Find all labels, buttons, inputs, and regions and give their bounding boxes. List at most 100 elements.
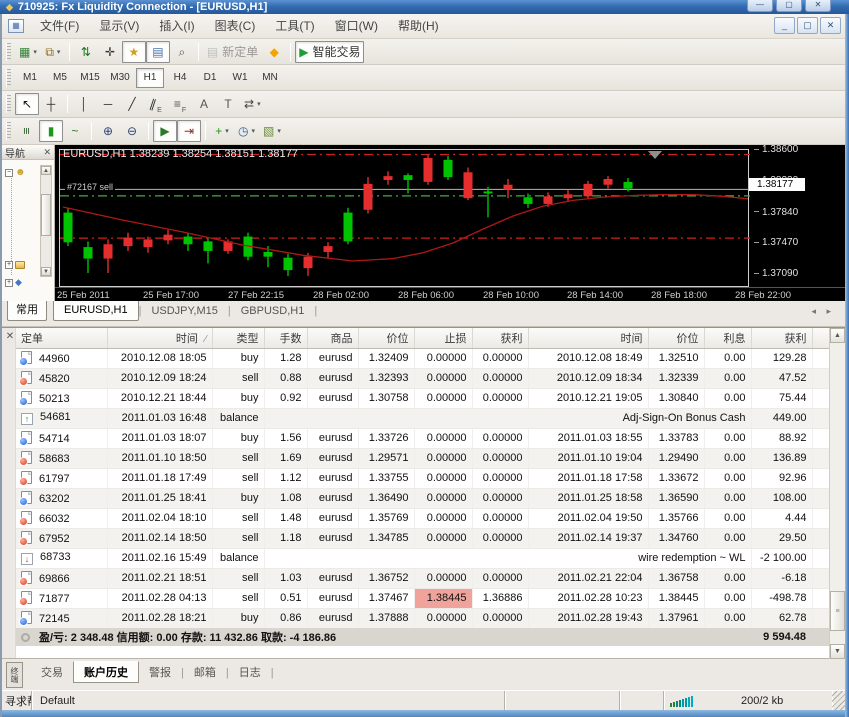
tree-node-indicators[interactable]: + [5,261,25,269]
navigator-button[interactable]: ★ [121,40,146,63]
trendline-button[interactable]: ╱ [120,93,144,115]
toolbar-grip[interactable] [6,122,11,140]
order-row-58683[interactable]: 58683 2011.01.10 18:50 sell 1.69 eurusd 1.295… [16,448,830,469]
cursor-button[interactable]: ↖ [15,93,39,115]
dropdown-arrow-icon[interactable]: ▾ [225,127,229,135]
mdi-close-button[interactable]: ✕ [820,17,841,34]
timeframe-h4-button[interactable]: H4 [166,68,194,88]
column-header-11[interactable]: 获利 [751,328,813,349]
order-row-54681[interactable]: ↑ 54681 2011.01.03 16:48 balance Adj-Sign-On… [16,408,830,429]
order-row-71877[interactable]: 71877 2011.02.28 04:13 sell 0.51 eurusd 1.374… [16,588,830,609]
terminal-close-icon[interactable]: ✕ [5,332,15,342]
fibonacci-button[interactable]: ≡ F [168,93,192,115]
order-row-50213[interactable]: 50213 2010.12.21 18:44 buy 0.92 eurusd 1.3075… [16,388,830,409]
mdi-restore-button[interactable]: ▢ [797,17,818,34]
metaeditor-button[interactable]: ◆ [262,41,286,63]
chart-tab-usdjpy-m15[interactable]: USDJPY,M15 [141,301,227,321]
strategy-tester-button[interactable]: ⌕ [170,41,194,63]
order-row-54714[interactable]: 54714 2011.01.03 18:07 buy 1.56 eurusd 1.3372… [16,428,830,449]
expert-advisors-button[interactable]: ▶ 智能交易 [295,40,365,63]
menu-item-0[interactable]: 文件(F) [30,14,89,39]
profiles-button[interactable]: ⧉ ▾ [41,41,65,63]
timeframe-m30-button[interactable]: M30 [106,68,134,88]
expand-icon[interactable]: + [5,278,13,287]
order-row-72145[interactable]: 72145 2011.02.28 18:21 buy 0.86 eurusd 1.3788… [16,608,830,629]
chart-plot[interactable] [59,149,750,288]
tab-scroll-arrows[interactable]: ◂ ▸ [811,301,835,321]
terminal-tab-0[interactable]: 交易 [31,662,73,684]
scroll-down-icon[interactable]: ▼ [41,267,51,276]
menu-item-2[interactable]: 插入(I) [149,14,204,39]
column-header-6[interactable]: 止损 [414,328,473,349]
column-header-3[interactable]: 手数 [264,328,308,349]
order-row-44960[interactable]: 44960 2010.12.08 18:05 buy 1.28 eurusd 1.3240… [16,348,830,369]
text-label-button[interactable]: T [216,93,240,115]
order-row-69866[interactable]: 69866 2011.02.21 18:51 sell 1.03 eurusd 1.367… [16,568,830,589]
dropdown-arrow-icon[interactable]: ▾ [251,127,255,135]
order-row-61797[interactable]: 61797 2011.01.18 17:49 sell 1.12 eurusd 1.337… [16,468,830,489]
resize-grip[interactable] [832,691,845,710]
timeframe-m1-button[interactable]: M1 [16,68,44,88]
new-order-button[interactable]: ▤ 新定单 [203,41,262,63]
column-header-8[interactable]: 时间 [528,328,649,349]
column-header-7[interactable]: 获利 [472,328,529,349]
menu-item-5[interactable]: 窗口(W) [325,14,388,39]
new-chart-button[interactable]: ▦ ▾ [15,41,41,63]
bar-chart-button[interactable]: ≡ [15,120,39,142]
column-header-0[interactable]: 定单 [16,328,108,349]
terminal-tab-4[interactable]: 日志 [229,662,271,684]
window-maximize-button[interactable]: ▢ [776,0,802,12]
tree-node-accounts[interactable]: − ☻ [5,168,26,178]
column-header-5[interactable]: 价位 [358,328,415,349]
tree-node-scripts[interactable]: + ◆ [5,278,22,287]
mdi-minimize-button[interactable]: _ [774,17,795,34]
candlestick-button[interactable]: ▮ [39,120,63,142]
terminal-tab-2[interactable]: 警报 [139,662,181,684]
order-row-68733[interactable]: ↓ 68733 2011.02.16 15:49 balance wire redemp… [16,548,830,569]
menu-item-1[interactable]: 显示(V) [89,14,149,39]
menu-item-6[interactable]: 帮助(H) [388,14,449,39]
horizontal-line-button[interactable]: ─ [96,93,120,115]
menu-item-3[interactable]: 图表(C) [205,14,266,39]
toolbar-grip[interactable] [6,42,11,61]
candlestick-chart[interactable] [60,150,750,288]
scroll-up-icon[interactable]: ▲ [41,166,51,175]
dropdown-arrow-icon[interactable]: ▾ [57,48,61,56]
order-row-45820[interactable]: 45820 2010.12.09 18:24 sell 0.88 eurusd 1.323… [16,368,830,389]
column-header-2[interactable]: 类型 [212,328,265,349]
timeframe-w1-button[interactable]: W1 [226,68,254,88]
window-minimize-button[interactable]: — [747,0,773,12]
timeframe-m15-button[interactable]: M15 [76,68,104,88]
templates-button[interactable]: ▧ ▾ [259,120,285,142]
expand-icon[interactable]: + [5,261,13,269]
status-profile[interactable]: Default [32,691,505,710]
indicators-button[interactable]: + ▾ [210,120,234,142]
terminal-button[interactable]: ▤ [145,40,170,63]
dropdown-arrow-icon[interactable]: ▾ [257,100,261,108]
channel-button[interactable]: ∥ E [144,93,168,115]
docked-panel-side-tab[interactable]: 终端 [6,662,23,688]
line-chart-button[interactable]: ~ [63,120,87,142]
timeframe-h1-button[interactable]: H1 [136,67,164,88]
chart-tab-eurusd-h1[interactable]: EURUSD,H1 [53,301,139,321]
scroll-thumb[interactable]: ≡ [830,591,845,631]
column-header-1[interactable]: 时间 ∕ [107,328,213,349]
order-row-67952[interactable]: 67952 2011.02.14 18:50 sell 1.18 eurusd 1.347… [16,528,830,549]
text-button[interactable]: A [192,93,216,115]
chart-tab-gbpusd-h1[interactable]: GBPUSD,H1 [231,301,315,321]
market-watch-button[interactable]: ⇅ [74,41,98,63]
dropdown-arrow-icon[interactable]: ▾ [277,127,281,135]
zoom-out-button[interactable]: ⊖ [120,120,144,142]
zoom-in-button[interactable]: ⊕ [96,120,120,142]
chart-window[interactable]: EURUSD,H1 1.38239 1.38254 1.38151 1.3817… [55,144,845,301]
timeframe-mn-button[interactable]: MN [256,68,284,88]
timeframe-m5-button[interactable]: M5 [46,68,74,88]
arrows-button[interactable]: ⇄ ▾ [240,93,265,115]
dropdown-arrow-icon[interactable]: ▾ [33,48,37,56]
collapse-icon[interactable]: − [5,169,13,177]
chart-shift-button[interactable]: ⇥ [177,120,201,142]
order-row-66032[interactable]: 66032 2011.02.04 18:10 sell 1.48 eurusd 1.357… [16,508,830,529]
terminal-tab-1[interactable]: 账户历史 [73,661,139,683]
navigator-close-icon[interactable]: ✕ [43,147,51,157]
navigator-common-tab[interactable]: 常用 [7,301,47,321]
